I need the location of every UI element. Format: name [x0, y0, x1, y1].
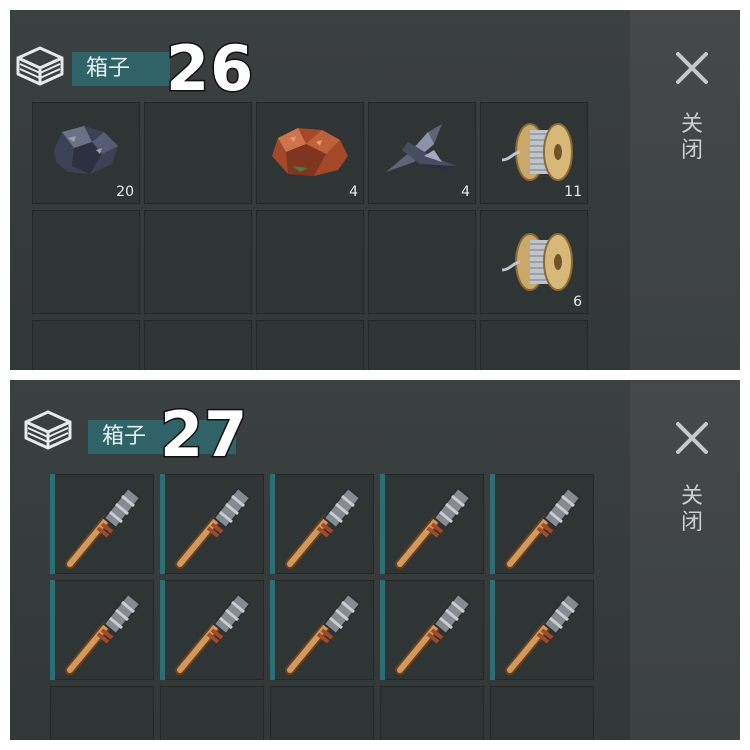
inventory-slot[interactable]: 4 [368, 102, 476, 204]
inventory-slot[interactable]: 20 [32, 102, 140, 204]
copper-ore-icon [272, 128, 348, 176]
steel-club-icon [285, 486, 362, 569]
inventory-slot[interactable] [368, 320, 476, 370]
steel-club-icon [175, 486, 252, 569]
inventory-slot[interactable] [160, 474, 264, 574]
container-panel-26: 箱子 26 关闭 20 4 4 11 6 [10, 10, 740, 370]
inventory-slot[interactable] [160, 686, 264, 740]
inventory-slot[interactable] [50, 474, 154, 574]
close-icon[interactable] [672, 418, 712, 458]
inventory-slot[interactable] [144, 210, 252, 314]
item-count: 11 [564, 184, 582, 200]
container-number: 27 [158, 398, 249, 471]
inventory-slot[interactable] [160, 580, 264, 680]
box-icon [24, 410, 72, 450]
inventory-slot[interactable] [380, 580, 484, 680]
inventory-slot[interactable] [380, 686, 484, 740]
steel-club-icon [285, 592, 362, 675]
inventory-slot[interactable]: 11 [480, 102, 588, 204]
inventory-slot[interactable] [32, 320, 140, 370]
inventory-slot[interactable] [480, 320, 588, 370]
item-count: 20 [116, 184, 134, 200]
steel-club-icon [505, 486, 582, 569]
wire-spool-icon [501, 233, 573, 291]
inventory-slot[interactable] [270, 474, 374, 574]
steel-club-icon [395, 592, 472, 675]
steel-club-icon [175, 592, 252, 675]
steel-club-icon [65, 486, 142, 569]
steel-club-icon [395, 486, 472, 569]
inventory-slot[interactable] [32, 210, 140, 314]
inventory-slot[interactable] [50, 686, 154, 740]
inventory-slot[interactable] [490, 474, 594, 574]
metal-shards-icon [386, 124, 456, 172]
close-button-label[interactable]: 关闭 [680, 112, 704, 164]
inventory-slot[interactable]: 6 [480, 210, 588, 314]
steel-club-icon [505, 592, 582, 675]
inventory-slot[interactable]: 4 [256, 102, 364, 204]
inventory-slot[interactable] [270, 686, 374, 740]
inventory-slot[interactable] [490, 580, 594, 680]
inventory-slot[interactable] [368, 210, 476, 314]
item-count: 4 [461, 184, 470, 200]
container-number: 26 [164, 32, 255, 105]
inventory-slot[interactable] [50, 580, 154, 680]
container-panel-27: 箱子 27 关闭 [10, 380, 740, 740]
inventory-slot[interactable] [256, 210, 364, 314]
inventory-slot[interactable] [144, 320, 252, 370]
item-count: 4 [349, 184, 358, 200]
item-count: 6 [573, 294, 582, 310]
inventory-slot[interactable] [380, 474, 484, 574]
box-icon [16, 46, 64, 86]
close-icon[interactable] [672, 48, 712, 88]
container-label: 箱子 [72, 52, 171, 86]
close-button-label[interactable]: 关闭 [680, 484, 704, 536]
inventory-slot[interactable] [144, 102, 252, 204]
inventory-slot[interactable] [270, 580, 374, 680]
inventory-slot[interactable] [490, 686, 594, 740]
steel-club-icon [65, 592, 142, 675]
inventory-slot[interactable] [256, 320, 364, 370]
